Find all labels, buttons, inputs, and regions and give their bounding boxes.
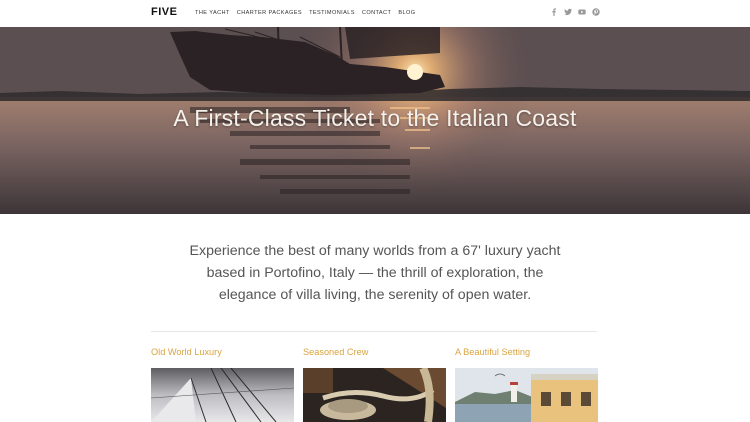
feature-title-seasoned-crew[interactable]: Seasoned Crew bbox=[303, 347, 368, 357]
nav-item-charter-packages[interactable]: CHARTER PACKAGES bbox=[237, 10, 302, 16]
site-logo[interactable]: FIVE bbox=[151, 6, 177, 18]
main-nav: THE YACHT CHARTER PACKAGES TESTIMONIALS … bbox=[195, 10, 422, 16]
nav-item-the-yacht[interactable]: THE YACHT bbox=[195, 10, 230, 16]
intro-line: Experience the best of many worlds from … bbox=[189, 243, 561, 259]
facebook-icon[interactable] bbox=[550, 8, 558, 16]
feature-title-a-beautiful-setting[interactable]: A Beautiful Setting bbox=[455, 347, 530, 357]
pinterest-icon[interactable] bbox=[592, 8, 600, 16]
youtube-icon[interactable] bbox=[578, 8, 586, 16]
beautiful-setting-image[interactable] bbox=[455, 368, 598, 422]
social-links bbox=[550, 8, 600, 16]
section-divider bbox=[151, 331, 597, 332]
seasoned-crew-image[interactable] bbox=[303, 368, 446, 422]
old-world-luxury-image[interactable] bbox=[151, 368, 294, 422]
intro-line: elegance of villa living, the serenity o… bbox=[218, 287, 532, 303]
twitter-icon[interactable] bbox=[564, 8, 572, 16]
feature-title-old-world-luxury[interactable]: Old World Luxury bbox=[151, 347, 222, 357]
nav-item-blog[interactable]: BLOG bbox=[398, 10, 415, 16]
hero-title: A First-Class Ticket to the Italian Coas… bbox=[173, 105, 577, 131]
nav-item-contact[interactable]: CONTACT bbox=[362, 10, 391, 16]
nav-item-testimonials[interactable]: TESTIMONIALS bbox=[309, 10, 355, 16]
intro-paragraph: Experience the best of many worlds from … bbox=[170, 240, 580, 306]
hero-banner: A First-Class Ticket to the Italian Coas… bbox=[0, 27, 750, 214]
site-header: FIVE THE YACHT CHARTER PACKAGES TESTIMON… bbox=[0, 0, 750, 27]
intro-line: based in Portofino, Italy — the thrill o… bbox=[206, 265, 544, 281]
